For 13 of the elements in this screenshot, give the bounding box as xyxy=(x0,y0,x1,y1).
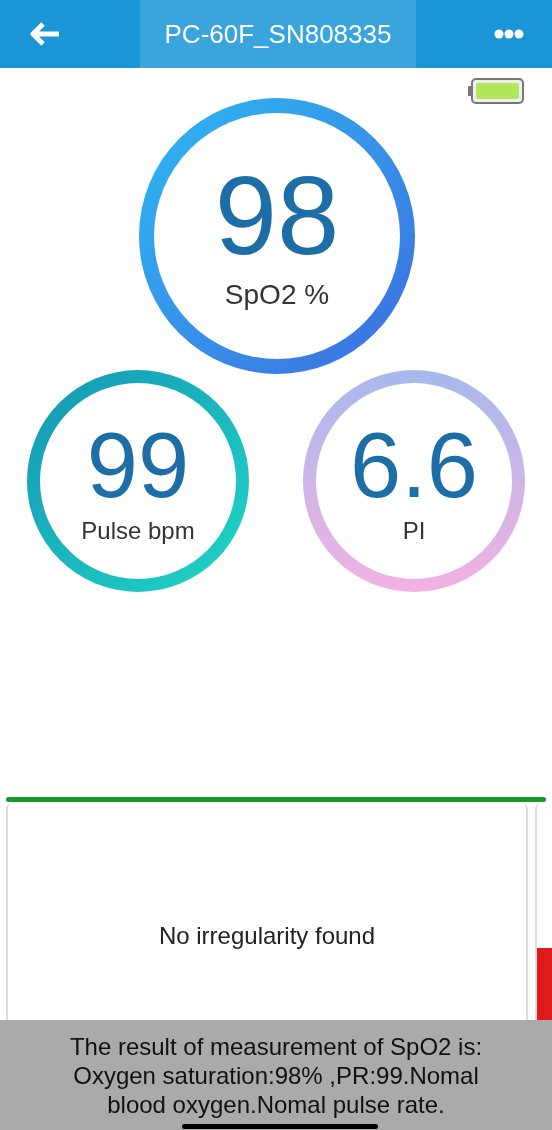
gauge-label: SpO2 % xyxy=(224,278,330,312)
gauge-label: PI xyxy=(402,516,426,546)
gauge-value: 6.6 xyxy=(350,419,478,511)
gauge-label: Pulse bpm xyxy=(81,516,195,546)
gauge-value: 98 xyxy=(214,160,340,272)
back-arrow-icon xyxy=(29,21,61,47)
gauge-value: 99 xyxy=(86,419,190,511)
more-icon xyxy=(494,29,524,39)
window-title: PC-60F_SN808335 xyxy=(140,0,416,68)
battery-icon xyxy=(468,78,524,104)
alert-bar xyxy=(537,948,552,1020)
summary-text: The result of measurement of SpO2 is: Oxygen saturation:98% ,PR:99.Nomal blood oxygen.Nomal pulse rate. xyxy=(68,1032,484,1119)
result-message: No irregularity found xyxy=(158,920,376,951)
